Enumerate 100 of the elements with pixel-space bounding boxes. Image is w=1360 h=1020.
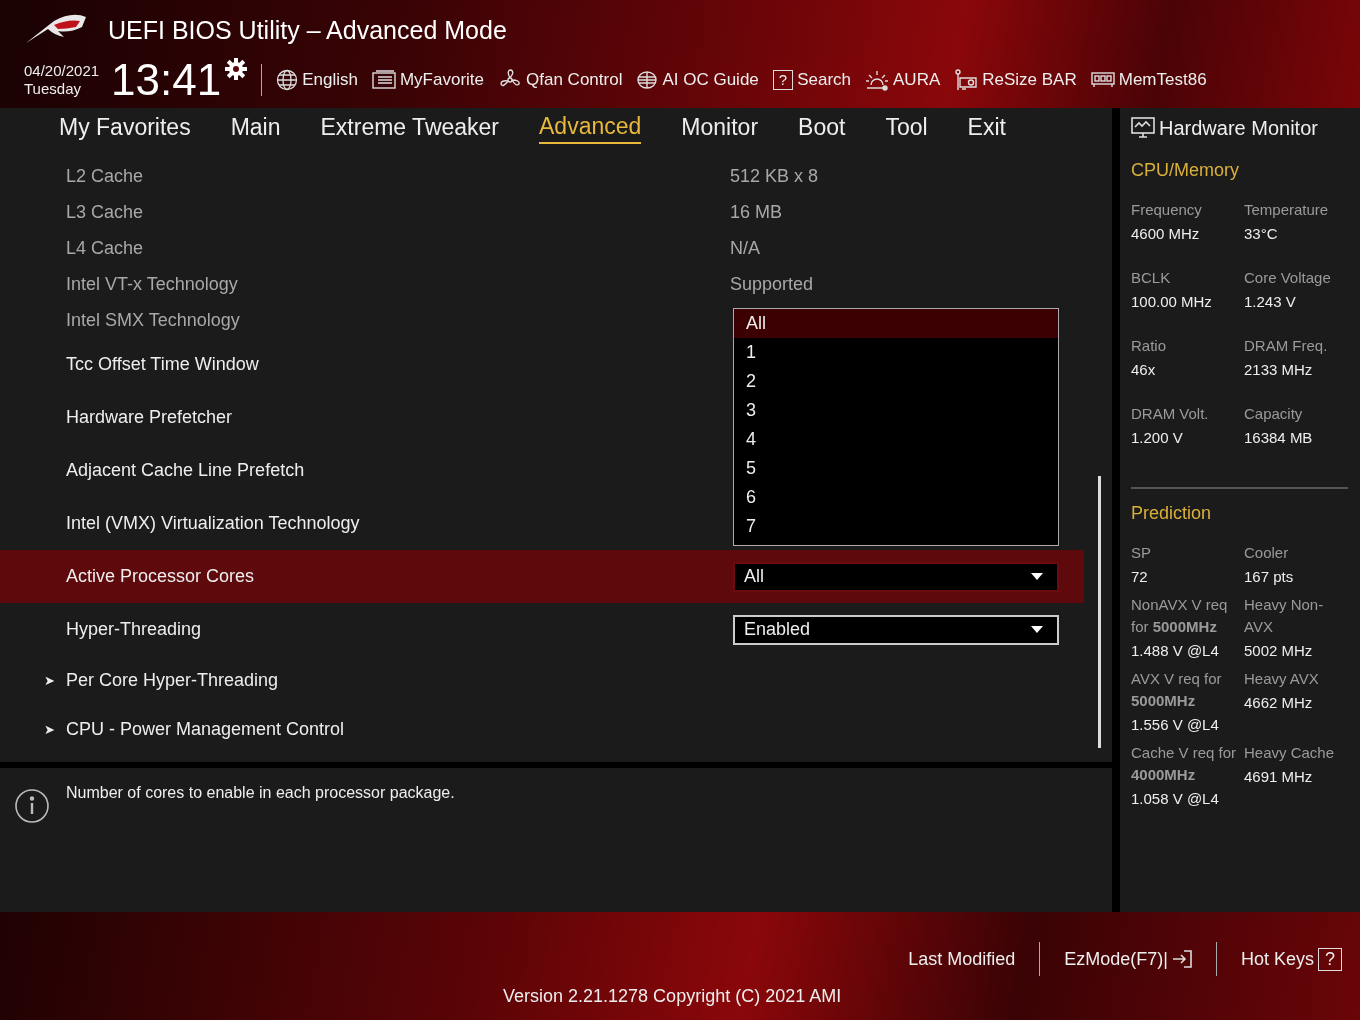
toolbar-item[interactable]: MemTest86	[1090, 70, 1207, 90]
clock-time: 13:41	[111, 58, 222, 102]
dropdown-option[interactable]: 2	[734, 367, 1058, 396]
card-icon	[954, 68, 979, 92]
metric-label: DRAM Freq.	[1244, 336, 1329, 356]
metric-label: Cooler	[1244, 543, 1290, 563]
metric-value: 5002 MHz	[1244, 641, 1314, 661]
toolbar-item[interactable]: MyFavorite	[371, 70, 485, 90]
search-icon: ?	[772, 70, 794, 90]
metric-label: DRAM Volt.	[1131, 404, 1210, 424]
dropdown-option[interactable]: 7	[734, 512, 1058, 541]
menu-tab[interactable]: Boot	[798, 113, 846, 143]
menu-tab[interactable]: Monitor	[681, 113, 759, 143]
help-text: Number of cores to enable in each processor package.	[66, 784, 455, 802]
monitor-icon	[1131, 117, 1155, 139]
panel-title: Hardware Monitor	[1159, 116, 1318, 140]
menu-tab[interactable]: Main	[230, 113, 281, 143]
metric-label: BCLK	[1131, 268, 1172, 288]
caret-icon	[1031, 626, 1043, 633]
toolbar-item[interactable]: AI OC Guide	[636, 69, 759, 91]
setting-label: L4 Cache	[66, 237, 145, 259]
setting-value: Supported	[730, 273, 814, 295]
metric-value: 33°C	[1244, 224, 1279, 244]
metric-label: Heavy Cache	[1244, 743, 1336, 763]
setting-label[interactable]: CPU - Power Management Control	[66, 719, 733, 740]
setting-label[interactable]: Tcc Offset Time Window	[66, 354, 733, 375]
metric-value: 46x	[1131, 360, 1157, 380]
section-title: CPU/Memory	[1131, 160, 1240, 181]
globe-icon	[276, 69, 299, 91]
metric-label: Capacity	[1244, 404, 1304, 424]
list-icon	[371, 70, 396, 90]
metric-value: 1.488 V @L4	[1131, 641, 1220, 661]
toolbar-item[interactable]: English	[276, 69, 358, 91]
window-title: UEFI BIOS Utility – Advanced Mode	[108, 15, 507, 45]
metric-value: 72	[1131, 567, 1149, 587]
submenu-arrow: ➤	[44, 722, 55, 737]
metric-value: 2133 MHz	[1244, 360, 1314, 380]
info-icon	[14, 788, 50, 824]
metric-label: SP	[1131, 543, 1152, 563]
metric-label: Heavy Non-AVX	[1244, 595, 1325, 637]
setting-label[interactable]: Hardware Prefetcher	[66, 407, 733, 428]
memory-icon	[1090, 71, 1115, 89]
toolbar-item[interactable]: AURA	[865, 69, 941, 91]
metric-value: 1.243 V	[1244, 292, 1297, 312]
metric-label: NonAVX V req for 5000MHz	[1131, 595, 1229, 637]
metric-label: Ratio	[1131, 336, 1168, 356]
scroll-bar[interactable]	[1098, 476, 1101, 748]
menu-tab[interactable]: Advanced	[539, 112, 642, 144]
setting-label: L3 Cache	[66, 201, 145, 223]
chip-icon	[636, 69, 659, 91]
version-text: Version 2.21.1278 Copyright (C) 2021 AMI	[503, 986, 842, 1007]
light-icon	[865, 69, 889, 91]
setting-label[interactable]: Intel (VMX) Virtualization Technology	[66, 513, 733, 534]
metric-value: 1.058 V @L4	[1131, 789, 1220, 809]
menu-tab[interactable]: Extreme Tweaker	[320, 113, 500, 143]
metric-value: 1.200 V	[1131, 428, 1184, 448]
exit-icon	[1171, 949, 1192, 969]
metric-value: 4600 MHz	[1131, 224, 1201, 244]
settings-icon[interactable]	[225, 58, 248, 80]
footer-link[interactable]: Hot Keys ?	[1240, 947, 1342, 971]
menu-tab[interactable]: Exit	[967, 113, 1006, 143]
metric-label: AVX V req for 5000MHz	[1131, 669, 1223, 711]
setting-label[interactable]: Adjacent Cache Line Prefetch	[66, 460, 733, 481]
setting-label[interactable]: Per Core Hyper-Threading	[66, 670, 733, 691]
submenu-arrow: ➤	[44, 673, 55, 688]
dropdown-option[interactable]: 6	[734, 483, 1058, 512]
toolbar-item[interactable]: ? Search	[772, 70, 851, 90]
menu-tab[interactable]: Tool	[885, 113, 928, 143]
footer-link[interactable]: Last Modified	[908, 948, 1016, 970]
setting-label[interactable]: Active Processor Cores	[66, 566, 733, 587]
setting-value: 16 MB	[730, 201, 783, 223]
caret-icon	[1031, 573, 1043, 580]
footer-link[interactable]: EzMode(F7)|	[1064, 948, 1192, 970]
setting-value: N/A	[730, 237, 760, 259]
setting-label: Intel VT-x Technology	[66, 273, 239, 295]
setting-row[interactable]: Hyper-Threading Enabled	[0, 603, 1084, 656]
metric-value: 4691 MHz	[1244, 767, 1314, 787]
metric-label: Frequency	[1131, 200, 1203, 220]
dropdown-field[interactable]: All	[733, 561, 1059, 592]
dropdown-field[interactable]: Enabled	[733, 614, 1059, 645]
dropdown-option[interactable]: All	[734, 309, 1058, 338]
help-icon: ?	[1318, 947, 1342, 971]
toolbar-item[interactable]: Qfan Control	[498, 68, 623, 92]
dropdown-option[interactable]: 5	[734, 454, 1058, 483]
day-text: Tuesday	[24, 80, 82, 98]
section-title: Prediction	[1131, 503, 1213, 524]
toolbar-item[interactable]: ReSize BAR	[954, 68, 1077, 92]
metric-label: Core Voltage	[1244, 268, 1332, 288]
metric-value: 16384 MB	[1244, 428, 1314, 448]
menu-tab[interactable]: My Favorites	[59, 113, 191, 143]
setting-label: Intel SMX Technology	[66, 309, 241, 331]
metric-value: 1.556 V @L4	[1131, 715, 1220, 735]
metric-label: Heavy AVX	[1244, 669, 1320, 689]
highlighted-row[interactable]: Active Processor Cores All	[0, 550, 1084, 603]
setting-label[interactable]: Hyper-Threading	[66, 619, 733, 640]
dropdown-option[interactable]: 3	[734, 396, 1058, 425]
dropdown-option[interactable]: 1	[734, 338, 1058, 367]
metric-label: Cache V req for 4000MHz	[1131, 743, 1238, 785]
metric-value: 167 pts	[1244, 567, 1295, 587]
dropdown-option[interactable]: 4	[734, 425, 1058, 454]
